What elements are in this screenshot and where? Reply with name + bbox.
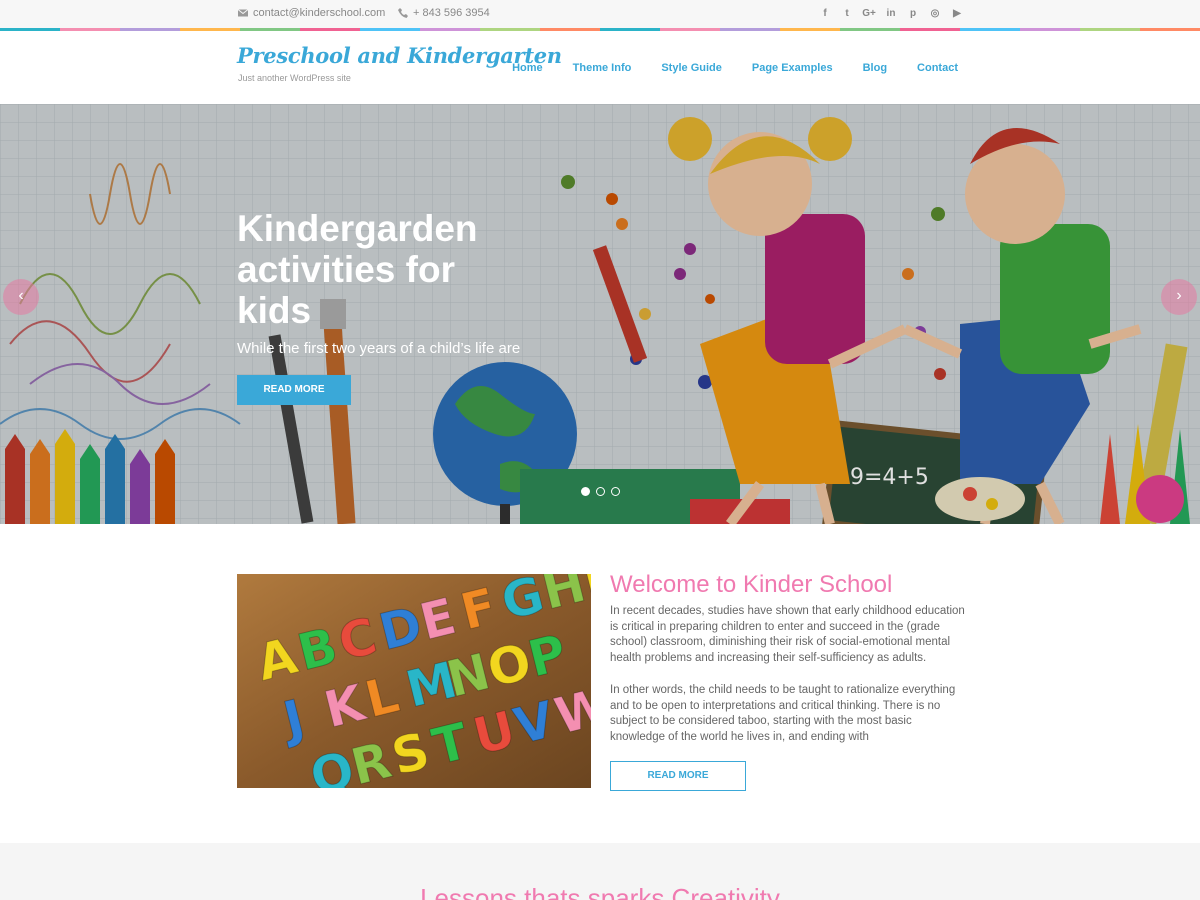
google-plus-icon[interactable]: G+ [862,7,876,21]
main-nav: Home Theme Info Style Guide Page Example… [512,62,958,74]
alphabet-image: ABCDEFGHIJKLMNOPQRSTUVW [237,574,591,788]
nav-home[interactable]: Home [512,62,543,74]
welcome-title: Welcome to Kinder School [610,571,893,598]
contact-phone[interactable]: + 843 596 3954 [397,7,490,19]
youtube-icon[interactable]: ▶ [950,7,964,21]
slider-dot-3[interactable] [611,487,620,496]
social-links: f t G+ in p ◎ ▶ [818,7,964,21]
linkedin-icon[interactable]: in [884,7,898,21]
pinterest-icon[interactable]: p [906,7,920,21]
facebook-icon[interactable]: f [818,7,832,21]
nav-page-examples[interactable]: Page Examples [752,62,833,74]
nav-style-guide[interactable]: Style Guide [661,62,722,74]
nav-theme-info[interactable]: Theme Info [573,62,632,74]
twitter-icon[interactable]: t [840,7,854,21]
phone-icon [398,8,408,18]
welcome-read-more-button[interactable]: READ MORE [610,761,746,791]
hero-subtitle: While the first two years of a child’s l… [237,340,521,357]
site-tagline: Just another WordPress site [238,73,351,83]
slider-prev-arrow[interactable]: ‹ [3,279,39,315]
contact-email[interactable]: contact@kinderschool.com [237,7,385,19]
top-bar: contact@kinderschool.com + 843 596 3954 … [0,0,1200,28]
welcome-paragraph-1: In recent decades, studies have shown th… [610,605,965,664]
slider-pagination [581,487,620,496]
nav-contact[interactable]: Contact [917,62,958,74]
lessons-title: Lessons thats sparks Creativity [420,883,780,900]
nav-blog[interactable]: Blog [863,62,887,74]
site-header: Preschool and Kindergarten Just another … [0,31,1200,104]
slider-dot-1[interactable] [581,487,590,496]
instagram-icon[interactable]: ◎ [928,7,942,21]
lessons-section: Lessons thats sparks Creativity [0,843,1200,900]
hero-slider: 9=4+5 Kindergarden activities for kids W… [0,104,1200,524]
hero-illustration: 9=4+5 [0,104,1200,524]
envelope-icon [237,9,249,17]
email-text: contact@kinderschool.com [253,7,386,19]
slider-dot-2[interactable] [596,487,605,496]
welcome-paragraph-2: In other words, the child needs to be ta… [610,684,956,743]
slider-next-arrow[interactable]: › [1161,279,1197,315]
hero-title: Kindergarden activities for kids [237,208,478,331]
phone-text: + 843 596 3954 [413,7,490,19]
hero-read-more-button[interactable]: READ MORE [237,375,351,405]
